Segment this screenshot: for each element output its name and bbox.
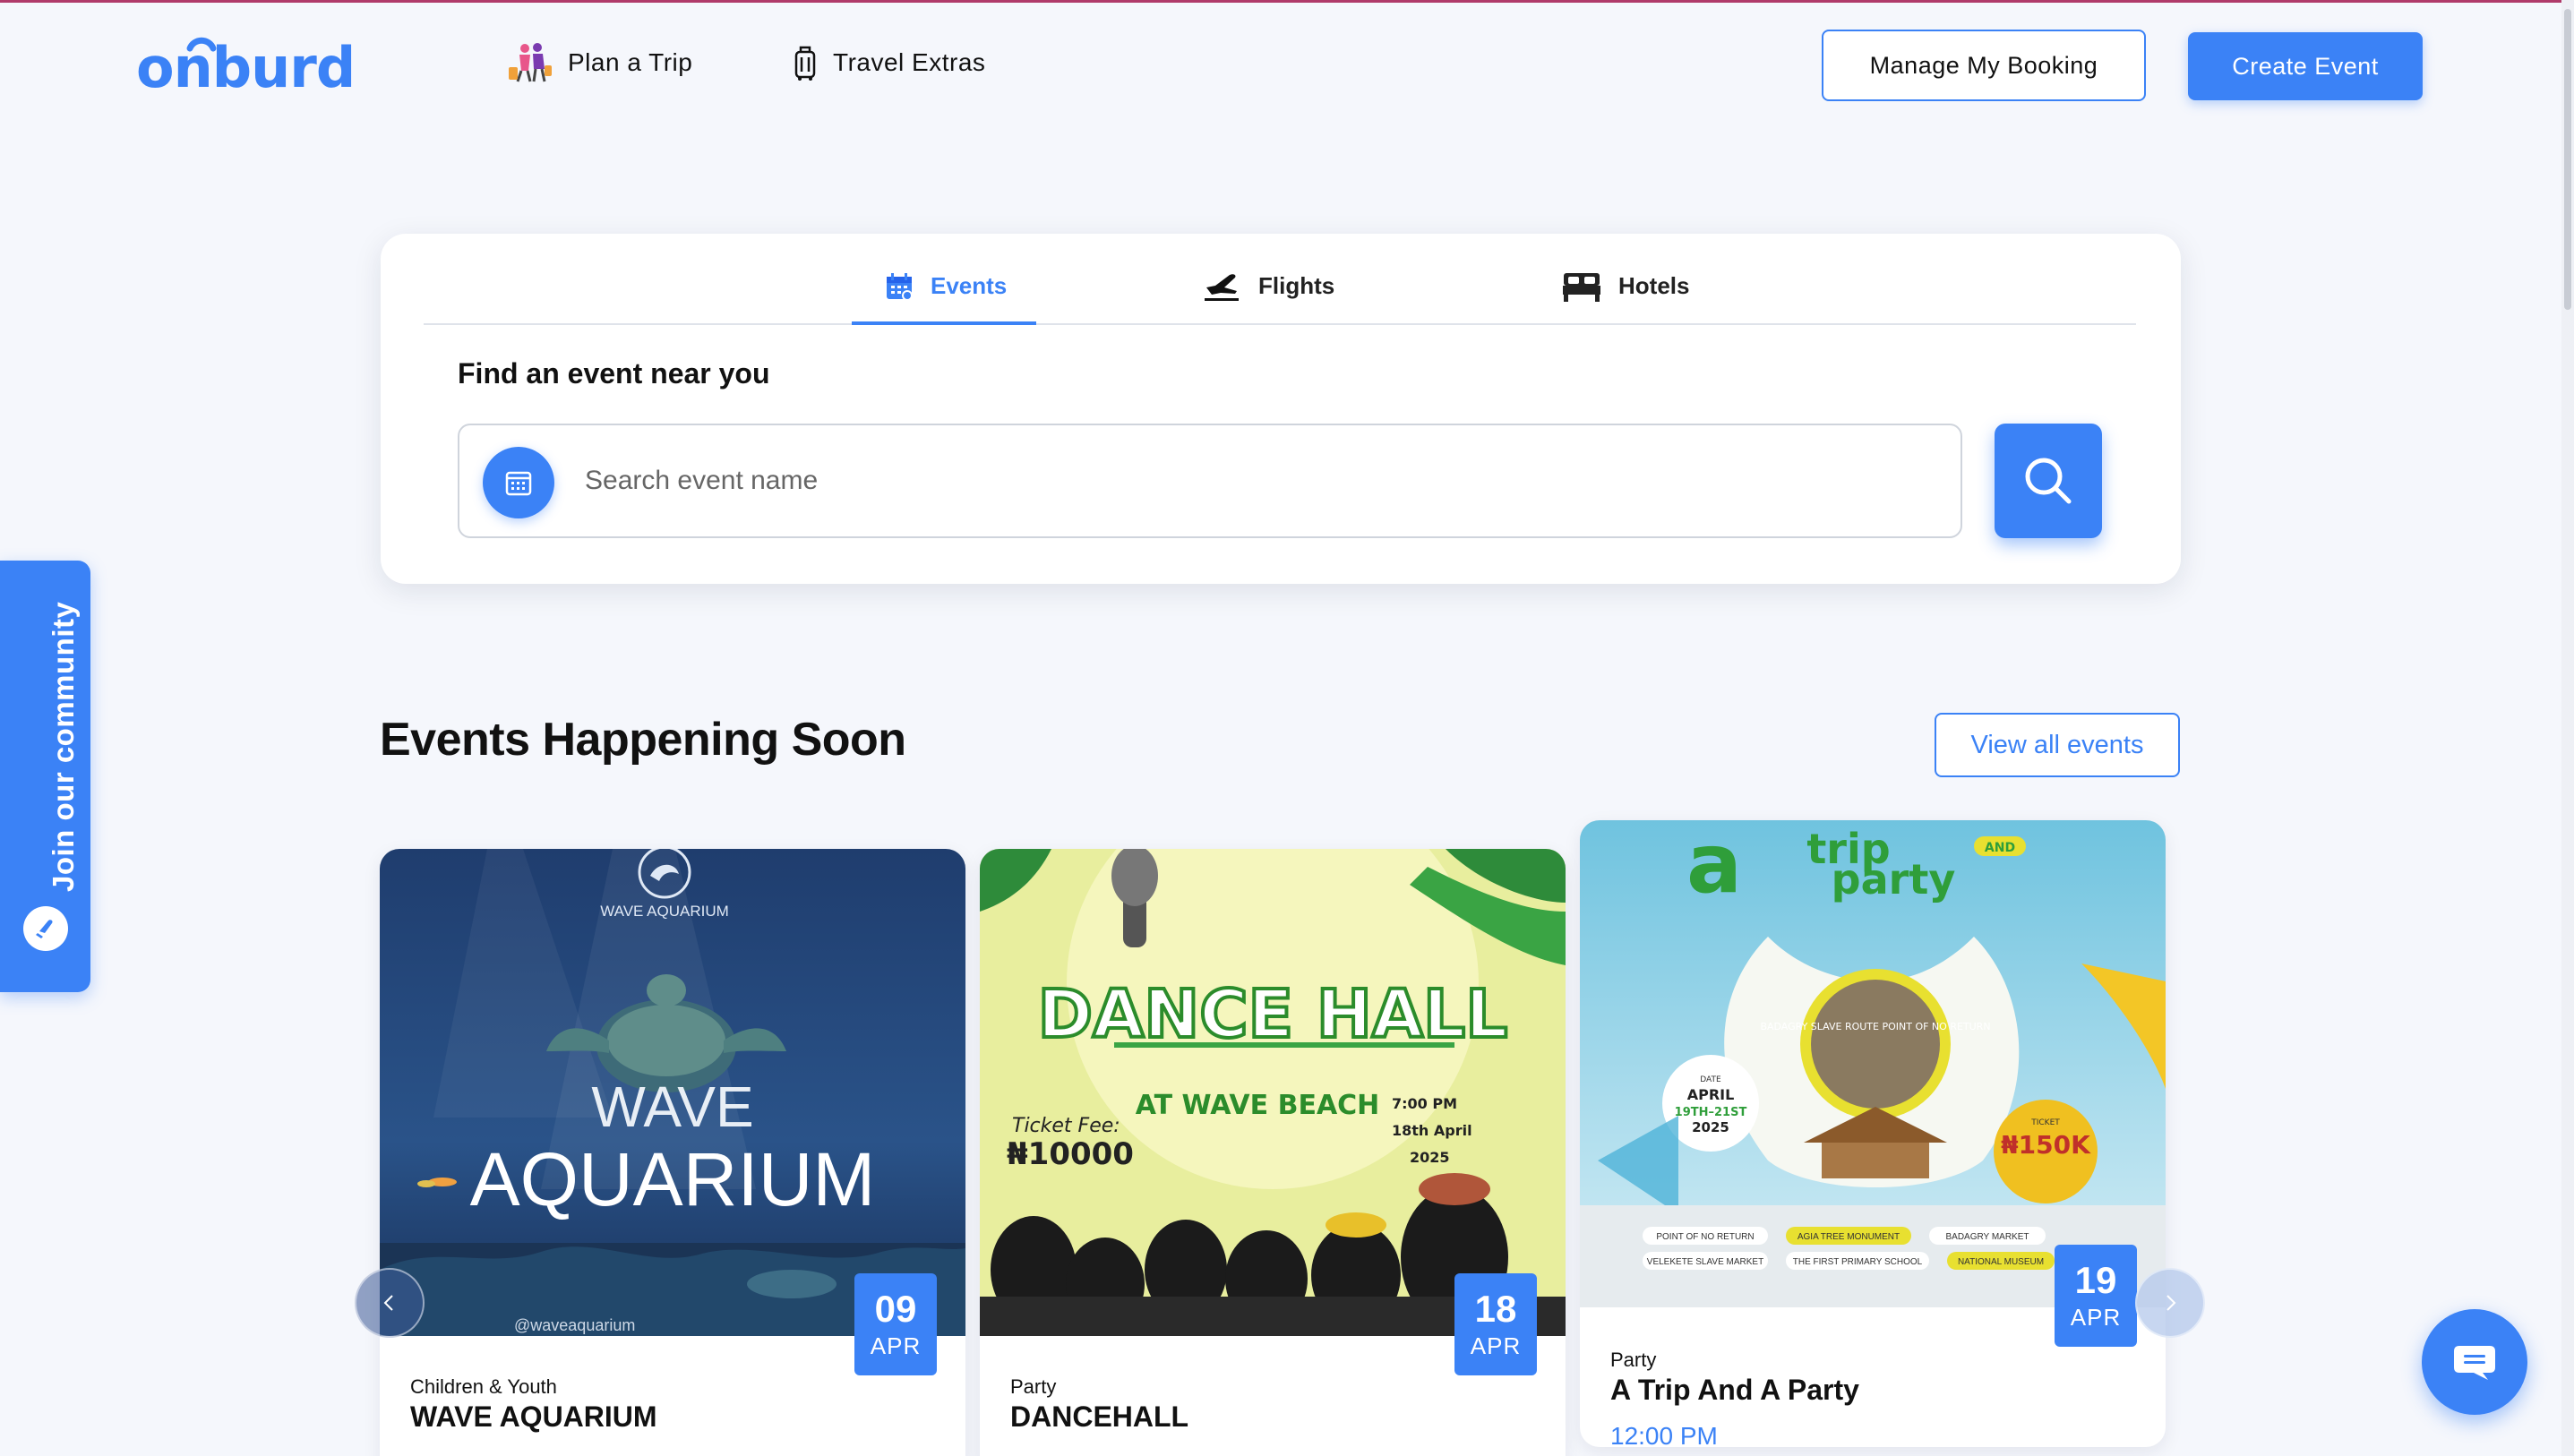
chat-support-button[interactable] (2422, 1309, 2527, 1415)
svg-text:AGIA TREE MONUMENT: AGIA TREE MONUMENT (1798, 1232, 1900, 1242)
join-community-tab[interactable]: Join our community (0, 561, 90, 992)
svg-text:WAVE: WAVE (591, 1075, 753, 1139)
search-calendar-icon (483, 447, 554, 518)
event-month: APR (870, 1332, 922, 1359)
svg-text:7:00 PM: 7:00 PM (1392, 1095, 1457, 1112)
event-date-badge: 19 APR (2055, 1245, 2137, 1347)
events-section-title: Events Happening Soon (380, 714, 906, 766)
tab-hotels-label: Hotels (1618, 272, 1690, 299)
search-icon (2025, 458, 2072, 504)
svg-text:THE FIRST PRIMARY SCHOOL: THE FIRST PRIMARY SCHOOL (1793, 1257, 1923, 1267)
luggage-icon (794, 46, 816, 81)
event-poster-trip-and-party: a trip AND party BADAGRY SLAVE ROUTE POI… (1580, 820, 2166, 1307)
search-card: Events Flights Hotels Find an event near… (381, 234, 2181, 584)
event-title: WAVE AQUARIUM (410, 1400, 657, 1433)
svg-text:BADAGRY SLAVE ROUTE POINT OF N: BADAGRY SLAVE ROUTE POINT OF NO RETURN (1760, 1021, 1990, 1032)
plane-icon (1205, 274, 1239, 301)
svg-text:2025: 2025 (1692, 1119, 1729, 1135)
tab-events-label: Events (931, 272, 1008, 299)
event-poster-dancehall: DANCE HALL AT WAVE BEACH Ticket Fee: ₦10… (980, 849, 1566, 1336)
svg-text:AT WAVE BEACH: AT WAVE BEACH (1136, 1090, 1380, 1121)
carousel-prev-button[interactable] (355, 1268, 425, 1338)
scrollbar-thumb[interactable] (2564, 9, 2571, 310)
join-community-label: Join our community (47, 601, 80, 892)
event-date-badge: 09 APR (854, 1273, 937, 1375)
event-card-dancehall[interactable]: DANCE HALL AT WAVE BEACH Ticket Fee: ₦10… (980, 849, 1566, 1456)
svg-text:AQUARIUM: AQUARIUM (470, 1137, 876, 1221)
svg-text:₦150K: ₦150K (2001, 1130, 2091, 1160)
search-field[interactable] (458, 424, 1962, 538)
search-button[interactable] (1995, 424, 2102, 538)
find-event-heading: Find an event near you (458, 357, 770, 390)
svg-text:19TH–21ST: 19TH–21ST (1675, 1106, 1747, 1119)
svg-text:APRIL: APRIL (1687, 1086, 1735, 1103)
event-month: APR (1470, 1332, 1522, 1359)
svg-text:VELEKETE SLAVE MARKET: VELEKETE SLAVE MARKET (1647, 1257, 1763, 1267)
event-date-badge: 18 APR (1454, 1273, 1537, 1375)
event-category: Children & Youth (410, 1375, 557, 1398)
calendar-icon (887, 273, 913, 301)
svg-text:2025: 2025 (1410, 1149, 1450, 1166)
event-title: A Trip And A Party (1610, 1374, 1859, 1406)
onburd-logo[interactable]: onburd (136, 29, 356, 106)
community-icon (23, 906, 68, 951)
tab-flights[interactable]: Flights (1203, 268, 1334, 325)
bed-icon (1563, 273, 1600, 302)
event-time: 12:00 PM (1610, 1422, 1718, 1447)
svg-text:NATIONAL MUSEUM: NATIONAL MUSEUM (1958, 1257, 2044, 1267)
nav-plan-a-trip-label: Plan a Trip (568, 48, 693, 76)
page-scrollbar[interactable] (2561, 0, 2574, 1456)
event-card-trip-and-party[interactable]: a trip AND party BADAGRY SLAVE ROUTE POI… (1580, 820, 2166, 1447)
event-month: APR (2070, 1304, 2122, 1331)
manage-my-booking-button[interactable]: Manage My Booking (1822, 30, 2146, 101)
top-accent-line (0, 0, 2574, 3)
svg-text:DATE: DATE (1700, 1075, 1721, 1084)
svg-text:18th April: 18th April (1392, 1122, 1472, 1139)
svg-text:@waveaquarium: @waveaquarium (514, 1316, 635, 1334)
svg-text:BADAGRY MARKET: BADAGRY MARKET (1946, 1232, 2029, 1242)
event-poster-wave-aquarium: WAVE AQUARIUM WAVE AQUARIUM @waveaquariu… (380, 849, 965, 1336)
view-all-events-button[interactable]: View all events (1935, 713, 2180, 777)
svg-text:Ticket Fee:: Ticket Fee: (1012, 1115, 1120, 1137)
svg-text:DANCE HALL: DANCE HALL (1038, 976, 1508, 1053)
svg-text:POINT OF NO RETURN: POINT OF NO RETURN (1656, 1232, 1754, 1242)
event-category: Party (1010, 1375, 1057, 1398)
search-input[interactable] (585, 452, 1928, 510)
logo-arc-icon (186, 37, 217, 52)
svg-text:party: party (1832, 855, 1956, 904)
svg-text:TICKET: TICKET (2030, 1118, 2060, 1127)
svg-text:a: a (1686, 820, 1742, 912)
create-event-button[interactable]: Create Event (2188, 32, 2423, 100)
carousel-next-button[interactable] (2135, 1268, 2205, 1338)
nav-travel-extras[interactable]: Travel Extras (792, 36, 985, 90)
event-card-wave-aquarium[interactable]: WAVE AQUARIUM WAVE AQUARIUM @waveaquariu… (380, 849, 965, 1456)
chevron-left-icon (383, 1295, 393, 1311)
event-title: DANCEHALL (1010, 1400, 1189, 1433)
event-day: 19 (2074, 1259, 2117, 1301)
chat-icon (2454, 1346, 2495, 1380)
event-day: 18 (1474, 1288, 1517, 1330)
event-day: 09 (874, 1288, 917, 1330)
tab-flights-label: Flights (1258, 272, 1335, 299)
travelers-icon (509, 43, 552, 82)
nav-travel-extras-label: Travel Extras (833, 48, 986, 76)
nav-plan-a-trip[interactable]: Plan a Trip (507, 36, 692, 90)
chevron-right-icon (2166, 1295, 2176, 1311)
tab-hotels[interactable]: Hotels (1561, 268, 1689, 325)
svg-text:WAVE AQUARIUM: WAVE AQUARIUM (600, 903, 729, 920)
event-category: Party (1610, 1349, 1657, 1371)
svg-text:₦10000: ₦10000 (1007, 1136, 1134, 1172)
tab-events[interactable]: Events (852, 268, 1036, 325)
search-tabs: Events Flights Hotels (424, 234, 2136, 325)
svg-text:AND: AND (1985, 841, 2015, 855)
